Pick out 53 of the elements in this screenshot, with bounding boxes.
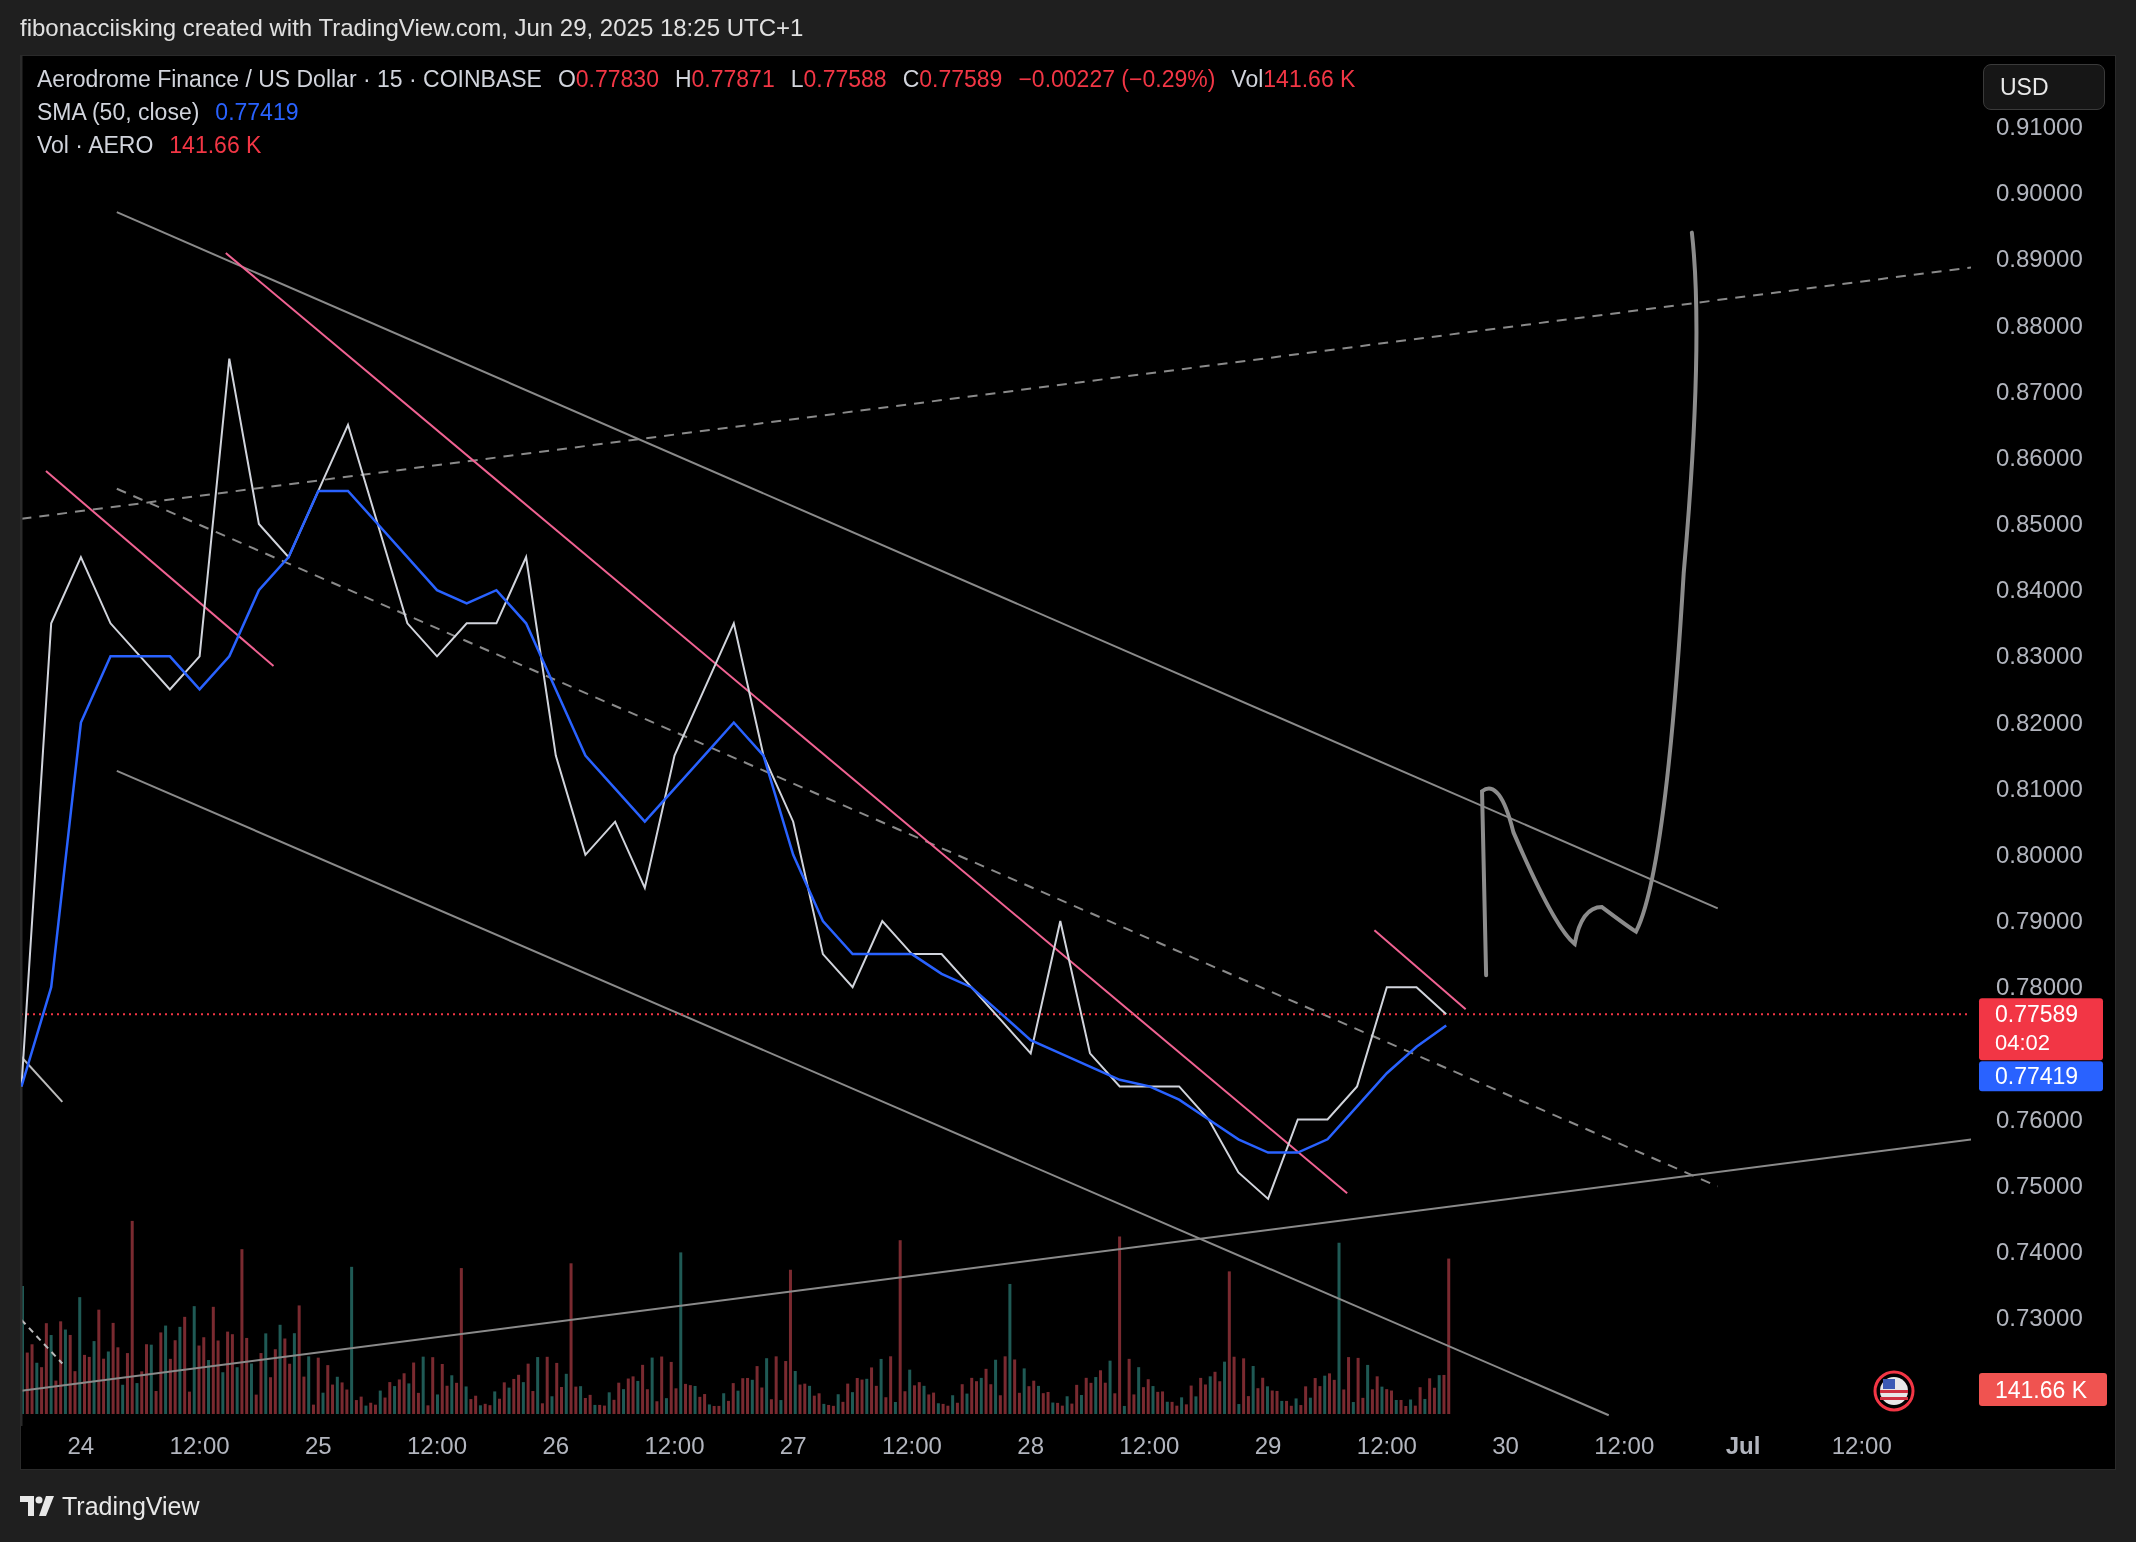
time-tick: 12:00	[1831, 1432, 1892, 1459]
time-tick: 12:00	[644, 1432, 705, 1459]
last-price-label: 0.77589 04:02	[1979, 998, 2103, 1061]
price-change: −0.00227 (−0.29%)	[1018, 66, 1216, 93]
symbol-title: Aerodrome Finance / US Dollar · 15 · COINBASE	[37, 66, 542, 93]
price-tick: 0.79000	[1996, 907, 2083, 934]
brand-name: TradingView	[62, 1491, 200, 1521]
ohlc-value: H0.77871	[674, 66, 775, 93]
volume-value: Vol141.66 K	[1231, 66, 1356, 93]
price-tick: 0.88000	[1996, 311, 2083, 339]
indicator-name: SMA (50, close)	[37, 99, 200, 126]
time-tick: 12:00	[1356, 1432, 1417, 1459]
date-tick: Jul	[1725, 1432, 1761, 1459]
flag-icon	[1873, 1370, 1915, 1412]
date-tick: 27	[779, 1432, 807, 1459]
chart-credit: fibonacciisking created with TradingView.com, Jun 29, 2025 18:25 UTC+1	[20, 13, 804, 42]
date-tick: 28	[1017, 1432, 1044, 1459]
ohlc-value: C0.77589	[902, 66, 1003, 93]
time-tick: 12:00	[1119, 1432, 1180, 1459]
time-tick: 12:00	[881, 1432, 942, 1459]
date-tick: 24	[67, 1432, 95, 1459]
price-tick: 0.90000	[1996, 179, 2083, 207]
price-tick: 0.75000	[1996, 1171, 2083, 1199]
indicator-value: 0.77419	[215, 99, 299, 126]
price-tick: 0.73000	[1996, 1304, 2083, 1331]
price-tick: 0.80000	[1996, 840, 2083, 868]
time-tick: 12:00	[1594, 1432, 1655, 1459]
date-tick: 25	[304, 1432, 332, 1459]
price-tick: 0.89000	[1996, 245, 2083, 273]
price-tick: 0.85000	[1996, 510, 2083, 537]
price-tick: 0.74000	[1996, 1237, 2083, 1265]
indicator-value: 141.66 K	[169, 132, 262, 159]
price-tick: 0.76000	[1996, 1105, 2083, 1133]
price-tick: 0.86000	[1996, 443, 2083, 471]
logo-icon	[20, 1496, 54, 1516]
price-tick: 0.78000	[1996, 973, 2083, 1001]
indicator-name: Vol · AERO	[37, 132, 154, 159]
price-tick: 0.84000	[1996, 576, 2083, 604]
sma-price-label: 0.77419	[1979, 1061, 2103, 1092]
time-tick: 12:00	[169, 1432, 230, 1459]
date-tick: 29	[1254, 1432, 1282, 1459]
date-tick: 30	[1492, 1432, 1519, 1459]
ohlc-value: L0.77588	[790, 66, 887, 93]
price-tick: 0.91000	[1996, 113, 2083, 140]
price-tick: 0.82000	[1996, 708, 2083, 736]
date-tick: 26	[542, 1432, 570, 1459]
price-tick: 0.83000	[1996, 642, 2083, 670]
currency-button[interactable]: USD	[1983, 64, 2105, 110]
volume-label: 141.66 K	[1979, 1373, 2107, 1406]
price-tick: 0.81000	[1996, 774, 2083, 802]
ohlc-value: O0.77830	[557, 66, 659, 93]
time-tick: 12:00	[407, 1432, 468, 1459]
price-tick: 0.87000	[1996, 377, 2083, 405]
